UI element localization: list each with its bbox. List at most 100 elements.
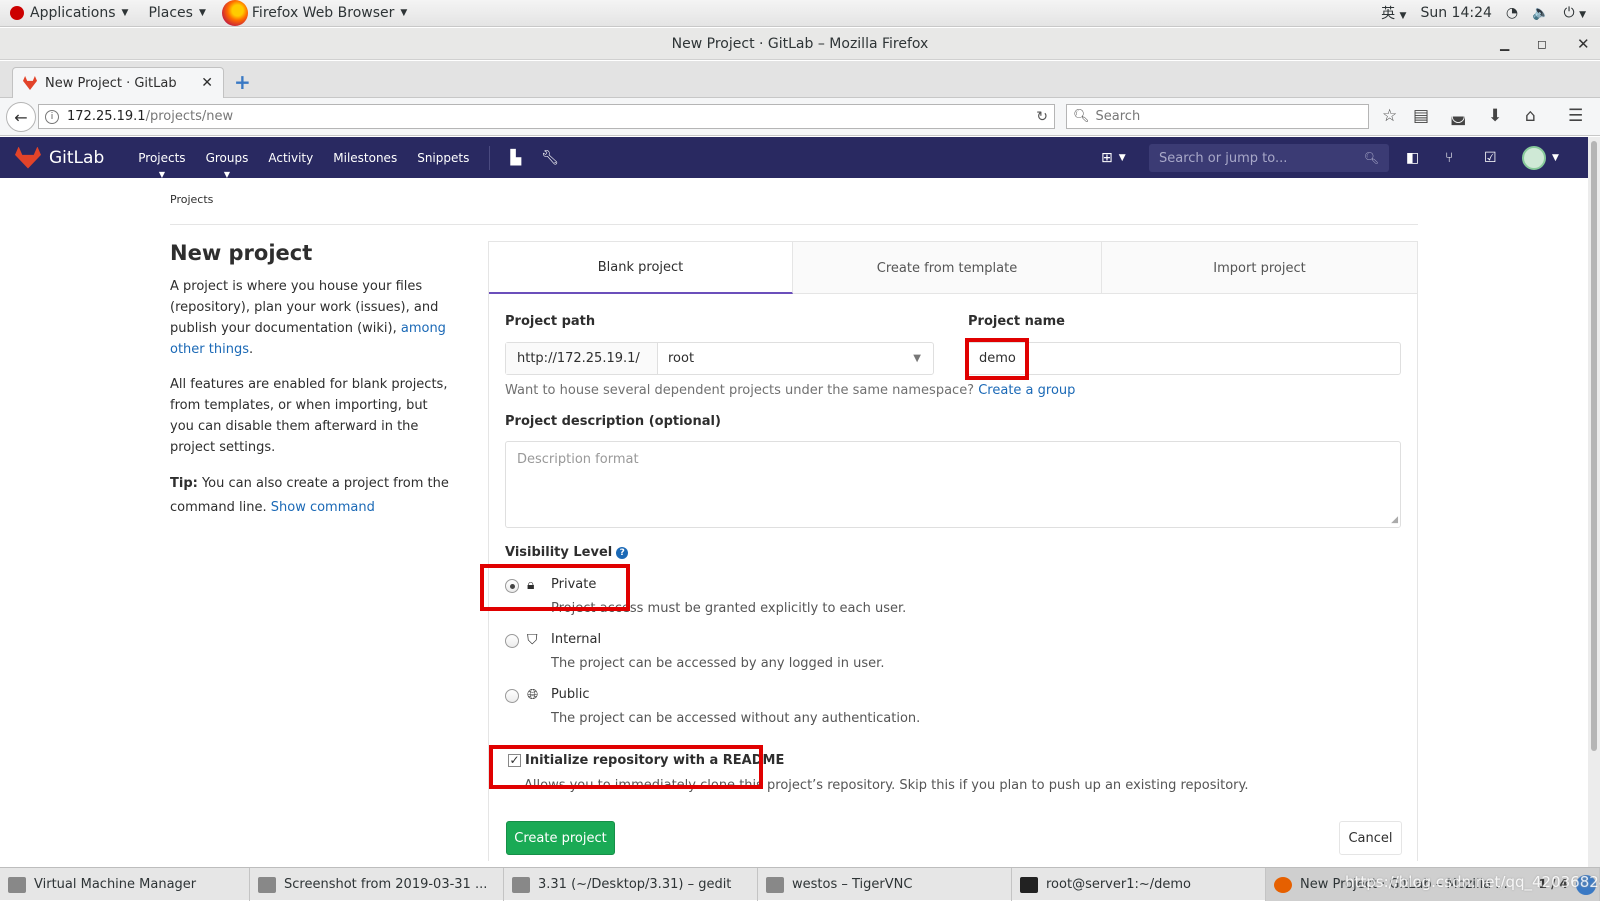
plus-square-icon: ⊞ xyxy=(1101,149,1113,166)
volume-icon[interactable]: 🔈 xyxy=(1532,5,1549,21)
scrollbar-thumb[interactable] xyxy=(1591,141,1597,751)
visibility-internal-option[interactable]: ⛉ Internal The project can be accessed by… xyxy=(505,632,884,671)
nav-projects[interactable]: Projects ▼ xyxy=(128,151,195,179)
question-icon[interactable]: ? xyxy=(616,546,629,559)
chevron-down-icon: ▼ xyxy=(158,169,165,179)
chart-icon[interactable]: ▙ xyxy=(500,150,531,166)
window-title: New Project · GitLab – Mozilla Firefox xyxy=(671,35,929,52)
create-group-link[interactable]: Create a group xyxy=(978,383,1075,398)
breadcrumb-divider xyxy=(170,224,1418,225)
back-button[interactable]: ← xyxy=(6,102,36,132)
wrench-icon[interactable]: 🔧︎ xyxy=(531,150,569,166)
create-project-button[interactable]: Create project xyxy=(506,821,615,855)
wifi-icon[interactable]: ◔ xyxy=(1506,5,1518,21)
tab-create-from-template[interactable]: Create from template xyxy=(793,242,1102,294)
active-app-menu[interactable]: Firefox Web Browser ▼ xyxy=(216,0,417,27)
tab-blank-project[interactable]: Blank project xyxy=(489,242,793,294)
tab-import-project[interactable]: Import project xyxy=(1102,242,1417,294)
terminal-icon xyxy=(1020,876,1038,893)
taskbar-item-gedit[interactable]: 3.31 (~/Desktop/3.31) – gedit xyxy=(504,868,758,901)
radio-selected-dot xyxy=(509,583,515,589)
pocket-icon[interactable]: ◛ xyxy=(1450,106,1467,126)
description-placeholder: Description format xyxy=(517,452,639,467)
browser-tab-active[interactable]: New Project · GitLab ✕ xyxy=(12,67,224,98)
applications-menu[interactable]: Applications ▼ xyxy=(0,0,138,27)
visibility-level-label: Visibility Level? xyxy=(505,545,629,560)
nav-groups[interactable]: Groups ▼ xyxy=(196,151,259,179)
resize-handle-icon[interactable]: ◢ xyxy=(1391,515,1398,525)
show-command-link[interactable]: Show command xyxy=(271,500,375,515)
places-menu[interactable]: Places ▼ xyxy=(138,0,215,27)
maximize-icon[interactable]: ◻ xyxy=(1537,28,1547,60)
browser-search-input[interactable]: 🔍︎ Search xyxy=(1066,104,1369,129)
gitlab-main-nav: Projects ▼ Groups ▼ Activity Milestones Sn… xyxy=(128,145,569,179)
namespace-value: root xyxy=(668,351,695,366)
avatar xyxy=(1522,145,1546,170)
hamburger-menu-icon[interactable]: ☰ xyxy=(1568,106,1583,126)
path-prefix: http://172.25.19.1/ xyxy=(506,343,658,374)
taskbar-item-virt-manager[interactable]: Virtual Machine Manager xyxy=(0,868,250,901)
power-icon[interactable]: ⏻ ▼ xyxy=(1564,5,1586,21)
browser-nav-bar: ← i 172.25.19.1/projects/new ↻ 🔍︎ Search… xyxy=(0,98,1600,136)
watermark-text: https://blog.csdn.net/qq_42036824 xyxy=(1345,873,1600,891)
clock[interactable]: Sun 14:24 xyxy=(1420,5,1491,21)
url-bar[interactable]: i 172.25.19.1/projects/new ↻ xyxy=(38,104,1055,129)
new-tab-icon[interactable]: + xyxy=(234,70,251,94)
visibility-private-option[interactable]: 🔒︎ Private Project access must be granted… xyxy=(505,577,906,616)
nav-milestones[interactable]: Milestones xyxy=(323,151,407,165)
private-radio[interactable] xyxy=(505,579,519,593)
project-name-input[interactable]: demo xyxy=(965,342,1401,375)
close-icon[interactable]: ✕ xyxy=(1577,28,1590,60)
public-description: The project can be accessed without any … xyxy=(551,711,921,726)
input-method-indicator[interactable]: 英 ▼ xyxy=(1381,3,1406,23)
description-textarea[interactable]: Description format ◢ xyxy=(505,441,1401,528)
downloads-icon[interactable]: ⬇ xyxy=(1488,106,1502,126)
system-top-bar: Applications ▼ Places ▼ Firefox Web Brow… xyxy=(0,0,1600,27)
namespace-select[interactable]: root ▼ xyxy=(658,343,933,374)
nav-activity[interactable]: Activity xyxy=(258,151,323,165)
gitlab-brand[interactable]: GitLab xyxy=(49,148,104,168)
merge-requests-icon[interactable]: ⑂ xyxy=(1445,137,1453,178)
reload-icon[interactable]: ↻ xyxy=(1036,109,1048,125)
readme-help-text: Allows you to immediately clone this pro… xyxy=(524,778,1249,793)
visibility-public-option[interactable]: 🌐︎ Public The project can be accessed wit… xyxy=(505,687,920,726)
taskbar-item-screenshot[interactable]: Screenshot from 2019-03-31 ... xyxy=(250,868,504,901)
project-name-value: demo xyxy=(979,351,1016,366)
breadcrumb-projects[interactable]: Projects xyxy=(170,193,213,206)
gitlab-favicon-icon xyxy=(23,76,37,90)
readme-label: Initialize repository with a README xyxy=(525,753,785,768)
home-icon[interactable]: ⌂ xyxy=(1525,106,1536,126)
private-description: Project access must be granted explicitl… xyxy=(551,601,907,616)
firefox-icon xyxy=(1274,876,1292,893)
taskbar-item-tigervnc[interactable]: westos – TigerVNC xyxy=(758,868,1012,901)
breadcrumb[interactable]: Projects xyxy=(170,193,213,206)
readme-checkbox[interactable]: ✓ xyxy=(508,754,521,767)
info-icon[interactable]: i xyxy=(45,109,59,124)
public-radio[interactable] xyxy=(505,689,519,703)
internal-title: Internal xyxy=(551,632,602,647)
intro-paragraph: A project is where you house your files … xyxy=(170,279,446,357)
tab-close-icon[interactable]: ✕ xyxy=(201,75,213,91)
user-menu[interactable]: ▼ xyxy=(1522,137,1559,178)
project-path-group: http://172.25.19.1/ root ▼ xyxy=(505,342,934,375)
new-dropdown-button[interactable]: ⊞ ▼ xyxy=(1101,137,1126,178)
todos-icon[interactable]: ☑ xyxy=(1484,137,1497,178)
sidebar-toggle-icon[interactable]: ◧ xyxy=(1406,137,1419,178)
namespace-help-text: Want to house several dependent projects… xyxy=(505,383,1076,398)
tip-paragraph: Tip: You can also create a project from … xyxy=(170,476,449,515)
gitlab-search-input[interactable]: Search or jump to... 🔍︎ xyxy=(1149,144,1389,172)
reading-list-icon[interactable]: ▤ xyxy=(1413,106,1429,126)
chevron-down-icon: ▼ xyxy=(223,169,231,179)
gitlab-logo-icon[interactable] xyxy=(15,146,41,169)
cancel-button[interactable]: Cancel xyxy=(1339,821,1402,855)
bookmark-star-icon[interactable]: ☆ xyxy=(1382,106,1397,126)
internal-radio[interactable] xyxy=(505,634,519,648)
tab-title: New Project · GitLab xyxy=(45,75,177,91)
firefox-icon xyxy=(221,0,248,26)
page-scrollbar[interactable] xyxy=(1588,137,1600,867)
tigervnc-icon xyxy=(766,876,784,893)
nav-snippets[interactable]: Snippets xyxy=(407,151,479,165)
minimize-icon[interactable]: ▁ xyxy=(1500,28,1509,60)
readme-checkbox-row[interactable]: ✓ Initialize repository with a README xyxy=(508,753,784,768)
taskbar-item-terminal[interactable]: root@server1:~/demo xyxy=(1012,868,1266,901)
